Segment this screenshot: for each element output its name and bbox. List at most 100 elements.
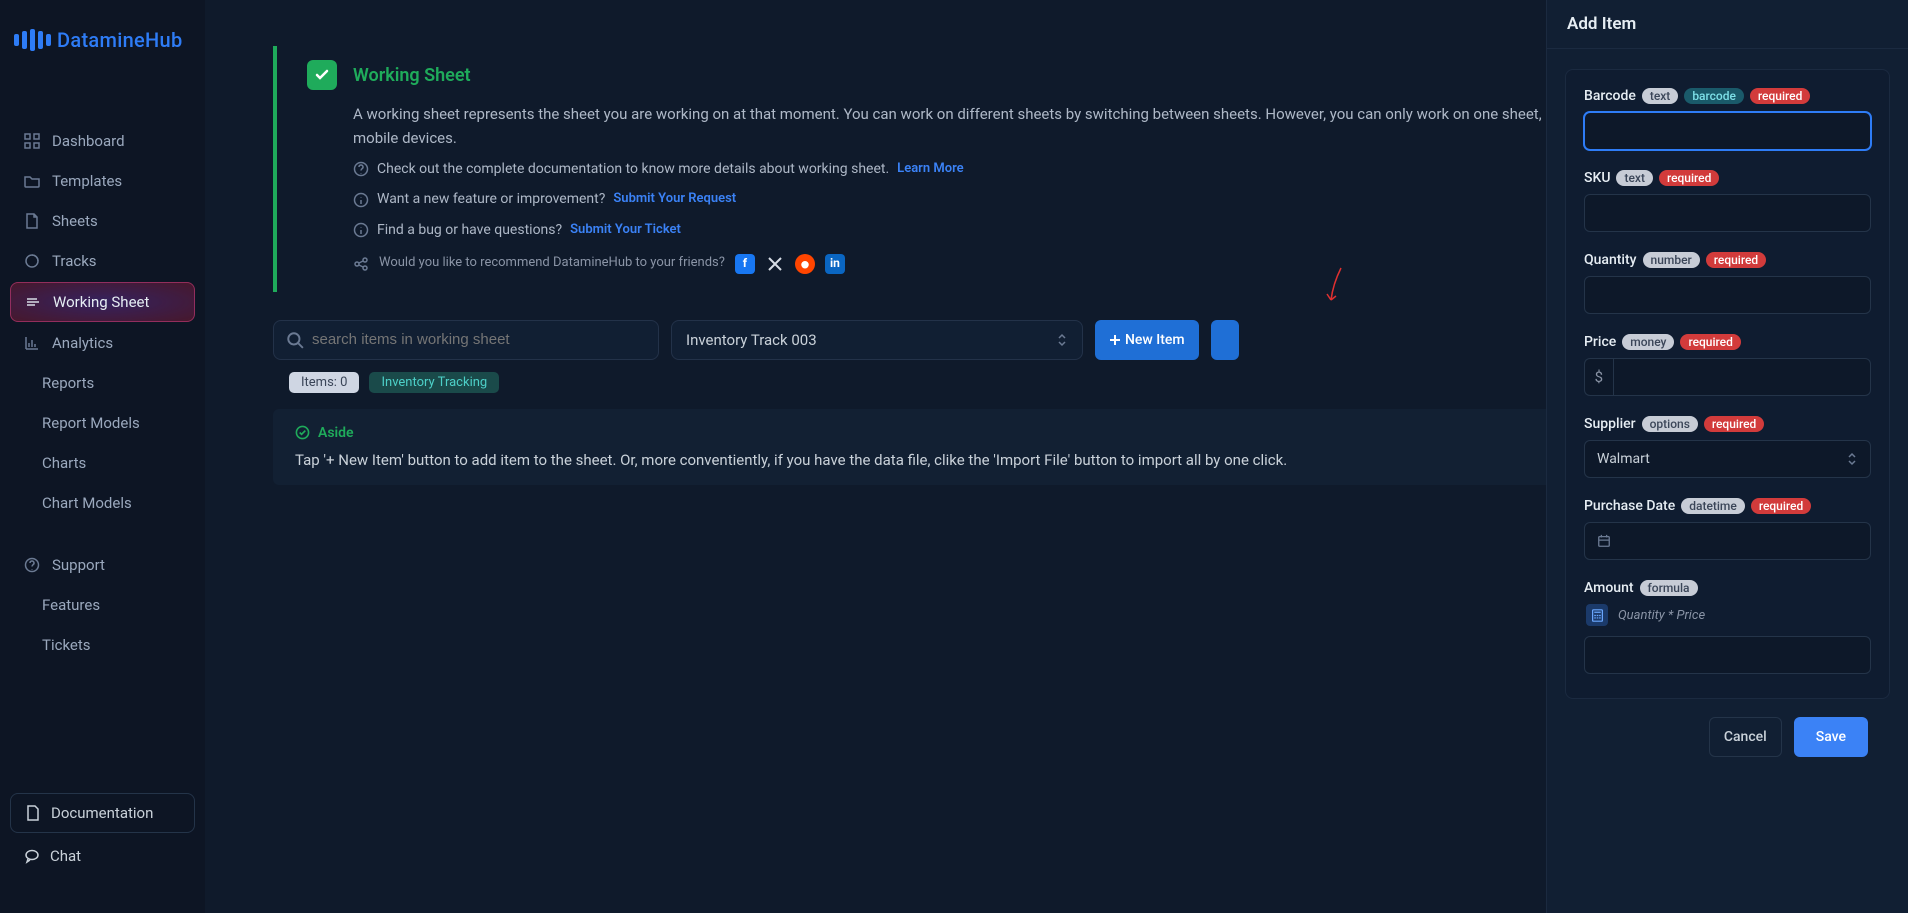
facebook-icon[interactable]: f — [735, 254, 755, 274]
sidebar-item-label: Dashboard — [52, 132, 125, 150]
sku-input[interactable] — [1584, 194, 1871, 232]
sidebar-item-working-sheet[interactable]: Working Sheet — [10, 282, 195, 322]
sidebar-item-dashboard[interactable]: Dashboard — [10, 122, 195, 160]
info-icon — [353, 192, 369, 208]
secondary-button[interactable] — [1211, 320, 1239, 360]
help-icon — [353, 161, 369, 177]
field-price: Price money required $ — [1584, 334, 1871, 396]
required-tag: required — [1659, 170, 1719, 186]
sidebar-item-label: Support — [52, 556, 105, 574]
sidebar-item-label: Analytics — [52, 334, 113, 352]
type-tag: money — [1622, 334, 1674, 350]
documentation-link[interactable]: Documentation — [10, 793, 195, 833]
sidebar: DatamineHub Dashboard Templates Sheets T… — [0, 0, 205, 913]
field-supplier: Supplier options required Walmart — [1584, 416, 1871, 478]
search-input-wrapper[interactable] — [273, 320, 659, 360]
info-description: A working sheet represents the sheet you… — [353, 102, 1733, 150]
x-icon[interactable] — [765, 254, 785, 274]
sidebar-item-label: Tracks — [52, 252, 97, 270]
logo-icon — [14, 29, 51, 51]
new-item-label: New Item — [1125, 332, 1185, 348]
submit-ticket-link[interactable]: Submit Your Ticket — [570, 220, 681, 241]
documentation-label: Documentation — [51, 804, 153, 822]
field-label-text: Price — [1584, 334, 1616, 350]
cancel-button[interactable]: Cancel — [1709, 717, 1782, 757]
field-label-text: Supplier — [1584, 416, 1636, 432]
grid-icon — [24, 133, 40, 149]
plus-icon — [1109, 334, 1121, 346]
field-label-text: Amount — [1584, 580, 1634, 596]
learn-more-link[interactable]: Learn More — [897, 159, 963, 180]
category-chip: Inventory Tracking — [369, 372, 499, 393]
type-tag: text — [1616, 170, 1652, 186]
track-select[interactable]: Inventory Track 003 — [671, 320, 1083, 360]
currency-prefix: $ — [1584, 358, 1613, 396]
barcode-input[interactable] — [1584, 112, 1871, 150]
type-tag: number — [1643, 252, 1700, 268]
sidebar-item-analytics[interactable]: Analytics — [10, 324, 195, 362]
check-circle-icon — [295, 425, 310, 440]
sidebar-item-support[interactable]: Support — [10, 546, 195, 584]
sidebar-item-charts[interactable]: Charts — [10, 444, 195, 482]
share-icon — [353, 256, 369, 272]
field-label-text: Purchase Date — [1584, 498, 1675, 514]
sidebar-item-reports[interactable]: Reports — [10, 364, 195, 402]
purchase-date-input[interactable] — [1584, 522, 1871, 560]
doc-icon — [25, 805, 41, 821]
type-tag: datetime — [1681, 498, 1745, 514]
save-label: Save — [1816, 729, 1846, 745]
field-purchase-date: Purchase Date datetime required — [1584, 498, 1871, 560]
required-tag: required — [1680, 334, 1740, 350]
sidebar-item-label: Sheets — [52, 212, 98, 230]
sidebar-item-report-models[interactable]: Report Models — [10, 404, 195, 442]
field-label-text: Quantity — [1584, 252, 1637, 268]
sidebar-item-label: Chart Models — [42, 494, 132, 512]
cancel-label: Cancel — [1724, 729, 1767, 745]
reddit-icon[interactable] — [795, 254, 815, 274]
sidebar-item-label: Working Sheet — [53, 293, 149, 311]
sidebar-item-features[interactable]: Features — [10, 586, 195, 624]
sidebar-item-tracks[interactable]: Tracks — [10, 242, 195, 280]
chat-label: Chat — [50, 847, 81, 865]
price-input[interactable] — [1613, 358, 1871, 396]
sidebar-item-templates[interactable]: Templates — [10, 162, 195, 200]
quantity-input[interactable] — [1584, 276, 1871, 314]
save-button[interactable]: Save — [1794, 717, 1868, 757]
logo[interactable]: DatamineHub — [10, 20, 195, 82]
sidebar-item-sheets[interactable]: Sheets — [10, 202, 195, 240]
field-barcode: Barcode text barcode required — [1584, 88, 1871, 150]
add-item-drawer: Add Item Barcode text barcode required S… — [1546, 0, 1908, 913]
amount-input[interactable] — [1584, 636, 1871, 674]
new-item-button[interactable]: New Item — [1095, 320, 1199, 360]
search-input[interactable] — [312, 331, 646, 348]
aside-title: Aside — [318, 425, 354, 441]
folder-icon — [24, 173, 40, 189]
formula-text: Quantity * Price — [1618, 608, 1705, 623]
track-selected-label: Inventory Track 003 — [686, 331, 817, 349]
field-amount: Amount formula Quantity * Price — [1584, 580, 1871, 674]
sidebar-item-tickets[interactable]: Tickets — [10, 626, 195, 664]
type-tag: text — [1642, 88, 1678, 104]
sidebar-item-chart-models[interactable]: Chart Models — [10, 484, 195, 522]
sidebar-item-label: Templates — [52, 172, 122, 190]
sidebar-item-label: Features — [42, 596, 100, 614]
supplier-select[interactable]: Walmart — [1584, 440, 1871, 478]
required-tag: required — [1751, 498, 1811, 514]
help-icon — [24, 557, 40, 573]
sidebar-item-label: Tickets — [42, 636, 91, 654]
chat-link[interactable]: Chat — [10, 839, 195, 873]
linkedin-icon[interactable]: in — [825, 254, 845, 274]
required-tag: required — [1750, 88, 1810, 104]
file-icon — [24, 213, 40, 229]
chart-icon — [24, 335, 40, 351]
type-tag: formula — [1640, 580, 1698, 596]
required-tag: required — [1706, 252, 1766, 268]
barcode-tag: barcode — [1684, 88, 1744, 104]
field-quantity: Quantity number required — [1584, 252, 1871, 314]
info-doc-text: Check out the complete documentation to … — [377, 158, 889, 180]
drawer-footer: Cancel Save — [1565, 699, 1890, 775]
field-sku: SKU text required — [1584, 170, 1871, 232]
submit-request-link[interactable]: Submit Your Request — [613, 189, 736, 210]
target-icon — [24, 253, 40, 269]
chevron-updown-icon — [1056, 332, 1068, 348]
